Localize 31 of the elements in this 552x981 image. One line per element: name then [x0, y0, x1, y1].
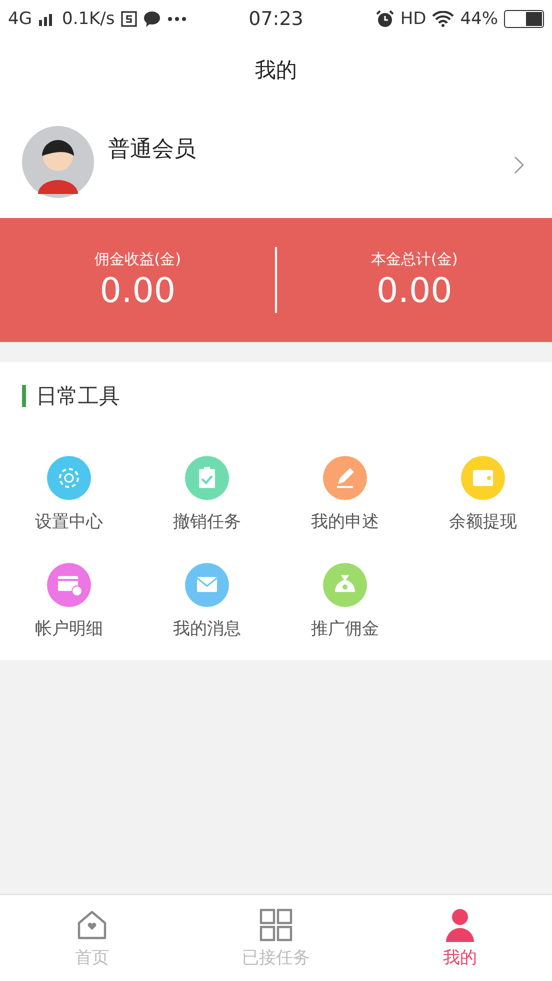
tool-item[interactable]: 推广佣金 — [276, 563, 414, 640]
person-icon — [443, 908, 477, 942]
alarm-icon — [376, 10, 394, 28]
battery-percent: 44% — [460, 9, 498, 29]
stat-value: 0.00 — [376, 270, 452, 310]
section-title: 日常工具 — [36, 383, 120, 410]
page-title: 我的 — [255, 57, 297, 84]
tool-item[interactable]: 余额提现 — [414, 456, 552, 533]
stat-value: 0.00 — [100, 270, 176, 310]
avatar — [22, 126, 94, 198]
tool-item[interactable]: 我的消息 — [138, 563, 276, 640]
network-speed: 0.1K/s — [62, 9, 115, 29]
tool-item[interactable]: 撤销任务 — [138, 456, 276, 533]
tab[interactable]: 我的 — [368, 895, 552, 981]
chat-icon — [142, 11, 161, 27]
more-icon — [166, 16, 187, 22]
grid-icon — [259, 908, 293, 942]
tool-item[interactable]: 设置中心 — [0, 456, 138, 533]
profile-row[interactable]: 普通会员 — [0, 102, 552, 218]
tool-item[interactable]: 我的申述 — [276, 456, 414, 533]
stat-label: 佣金收益(金) — [94, 250, 181, 268]
chevron-right-icon — [514, 156, 524, 174]
tool-item[interactable]: 帐户明细 — [0, 563, 138, 640]
hd-label: HD — [400, 9, 426, 29]
notification-icon — [120, 11, 137, 27]
wifi-icon — [432, 11, 454, 27]
stat-label: 本金总计(金) — [371, 250, 458, 268]
member-level: 普通会员 — [108, 136, 197, 164]
battery-icon — [504, 10, 544, 28]
network-label: 4G — [8, 9, 32, 29]
clock-time: 07:23 — [248, 8, 304, 30]
